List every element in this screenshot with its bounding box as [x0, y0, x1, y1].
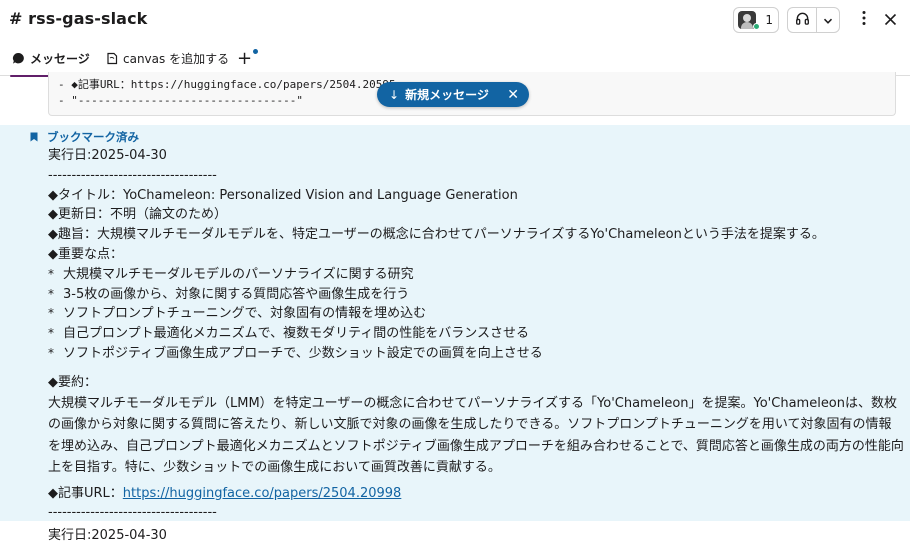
- list-item: ソフトプロンプトチューニングで、対象固有の情報を埋め込む: [48, 304, 904, 324]
- key-points-heading: ◆重要な点：: [48, 246, 123, 262]
- speech-bubble-icon: [12, 52, 25, 65]
- bookmark-label: ブックマーク済み: [47, 130, 139, 144]
- canvas-icon: [106, 52, 118, 65]
- kebab-icon: [862, 10, 866, 30]
- next-message-date: 実行日:2025-04-30: [48, 528, 167, 543]
- list-item: ソフトポジティブ画像生成アプローチで、少数ショット設定での画質を向上させる: [48, 344, 904, 364]
- divider-text: ------------------------------------: [48, 505, 217, 521]
- channel-header: # rss-gas-slack 1: [0, 0, 910, 40]
- online-status-dot: [753, 23, 761, 30]
- tab-canvas-label: canvas を追加する: [123, 51, 230, 66]
- member-count: 1: [765, 13, 773, 27]
- members-button[interactable]: 1: [733, 7, 779, 33]
- bookmark-icon: [30, 132, 38, 142]
- summary-text: 大規模マルチモーダルモデル（LMM）を特定ユーザーの概念に合わせてパーソナライズ…: [48, 395, 904, 476]
- message-body: 実行日:2025-04-30 -------------------------…: [48, 146, 904, 523]
- summary-heading: ◆要約：: [48, 374, 97, 390]
- tab-messages-label: メッセージ: [30, 51, 90, 66]
- new-indicator-dot: [253, 49, 258, 54]
- list-item: 大規模マルチモーダルモデルのパーソナライズに関する研究: [48, 265, 904, 285]
- article-url-row: ◆記事URL：https://huggingface.co/papers/250…: [48, 484, 904, 504]
- tab-messages[interactable]: メッセージ: [10, 40, 92, 77]
- member-avatar: [738, 9, 761, 31]
- divider-text: ------------------------------------: [48, 167, 217, 183]
- tab-add-canvas[interactable]: canvas を追加する: [106, 40, 229, 76]
- close-panel-button[interactable]: [878, 7, 902, 33]
- gist: ◆趣旨：大規模マルチモーダルモデルを、特定ユーザーの概念に合わせてパーソナライズ…: [48, 227, 825, 243]
- key-points-list: 大規模マルチモーダルモデルのパーソナライズに関する研究 3-5枚の画像から、対象…: [48, 265, 904, 364]
- plus-icon: +: [237, 47, 253, 69]
- article-url-link[interactable]: https://huggingface.co/papers/2504.20998: [123, 486, 402, 501]
- add-tab-button[interactable]: +: [237, 40, 252, 76]
- huddle-button[interactable]: [788, 8, 816, 32]
- updated-date: ◆更新日：不明（論文のため）: [48, 207, 227, 223]
- arrow-down-icon: ↓: [389, 87, 400, 102]
- channel-tabs: メッセージ canvas を追加する +: [0, 40, 910, 77]
- paper-title: ◆タイトル：YoChameleon: Personalized Vision a…: [48, 187, 518, 203]
- list-item: 3-5枚の画像から、対象に関する質問応答や画像生成を行う: [48, 285, 904, 305]
- channel-name[interactable]: # rss-gas-slack: [9, 9, 147, 28]
- close-icon: [884, 11, 897, 30]
- new-messages-label: 新規メッセージ: [405, 88, 489, 102]
- list-item: 自己プロンプト最適化メカニズムで、複数モダリティ間の性能をバランスさせる: [48, 324, 904, 344]
- article-url-label: ◆記事URL：: [48, 485, 123, 501]
- bookmark-indicator: ブックマーク済み: [30, 129, 139, 145]
- header-actions: 1: [733, 7, 902, 33]
- new-messages-pill[interactable]: ↓ 新規メッセージ ✕: [377, 82, 529, 107]
- run-date: 実行日:2025-04-30: [48, 148, 167, 163]
- chevron-down-icon: [823, 11, 833, 30]
- huddle-control: [787, 7, 840, 33]
- dismiss-new-messages-icon[interactable]: ✕: [507, 87, 519, 103]
- more-options-button[interactable]: [852, 7, 876, 33]
- huddle-menu-button[interactable]: [817, 8, 839, 32]
- headphones-icon: [795, 11, 810, 30]
